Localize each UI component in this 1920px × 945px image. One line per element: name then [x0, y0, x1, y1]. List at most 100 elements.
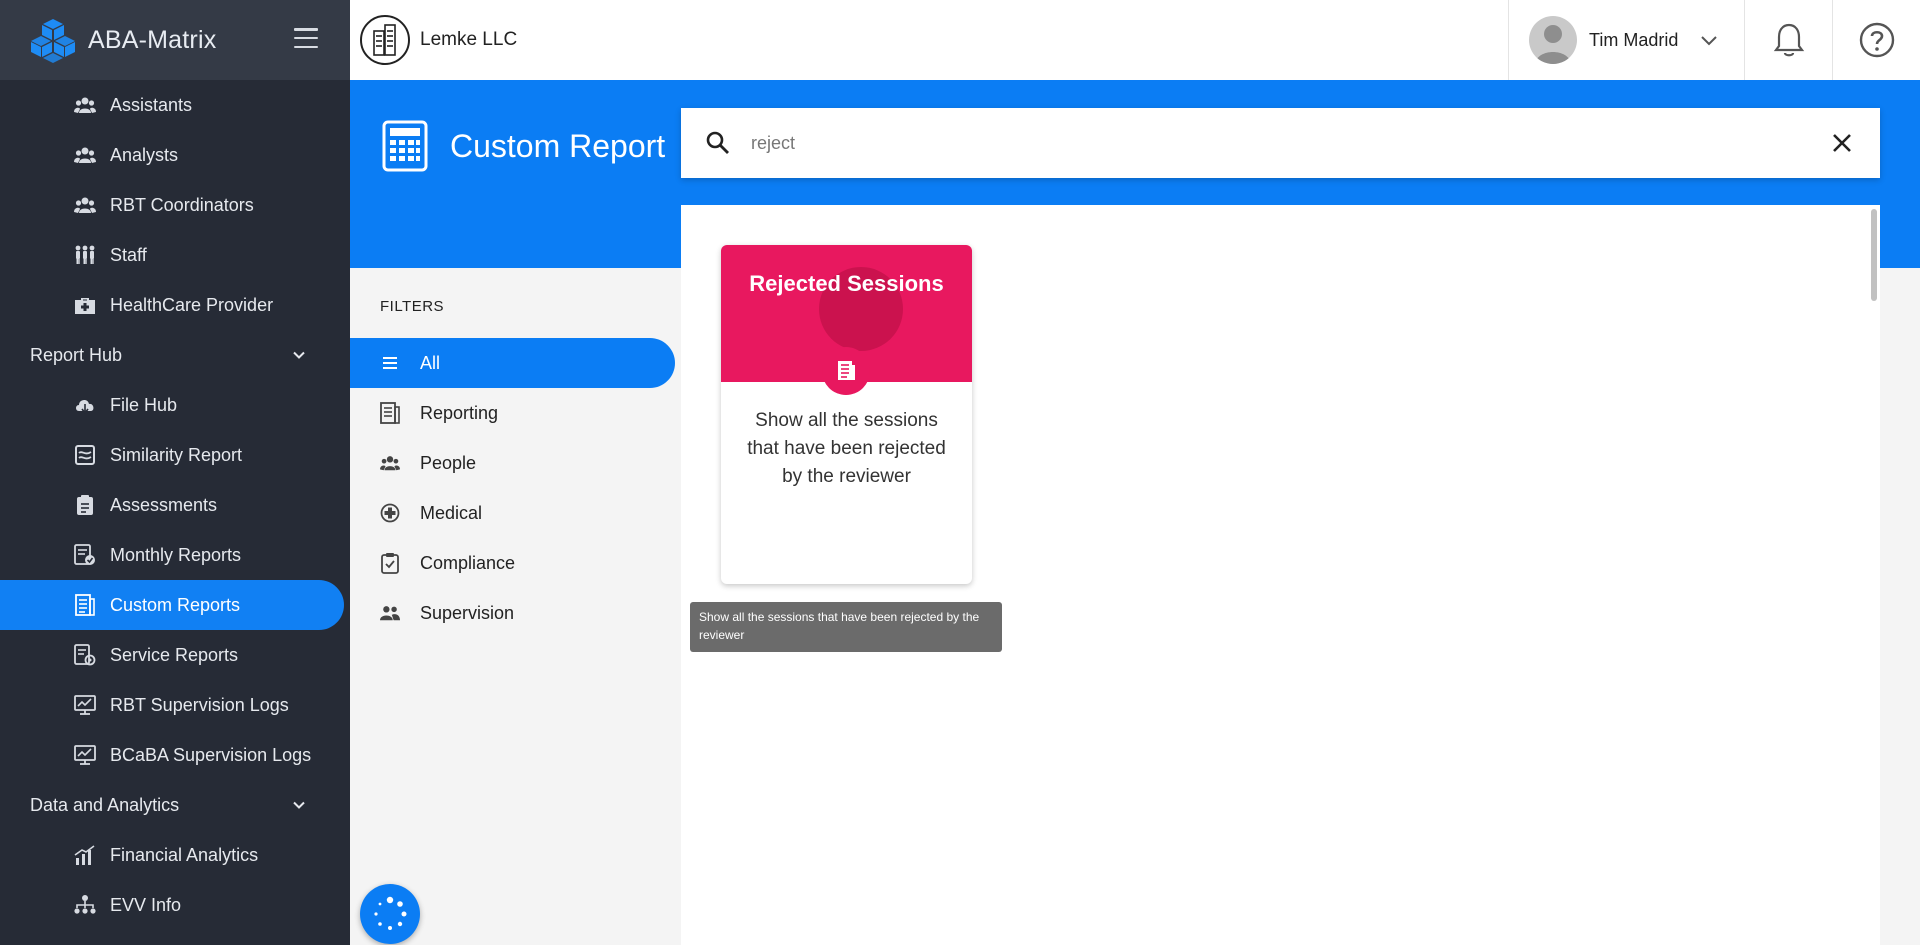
page-header: Custom Report — [382, 120, 665, 172]
sidebar-item-monthly-reports[interactable]: Monthly Reports — [0, 530, 350, 580]
sidebar-item-label: Financial Analytics — [110, 844, 259, 865]
brand-header: ABA-Matrix — [0, 0, 350, 80]
users-icon — [74, 194, 96, 216]
loading-fab[interactable] — [360, 884, 420, 944]
hamburger-menu-icon[interactable] — [294, 28, 318, 48]
card-header: Rejected Sessions — [721, 245, 972, 395]
sidebar-item-staff[interactable]: Staff — [0, 230, 350, 280]
company-logo-icon — [360, 15, 410, 65]
notifications-button[interactable] — [1744, 0, 1832, 80]
card-title: Rejected Sessions — [749, 271, 944, 296]
sidebar-item-label: Custom Reports — [110, 594, 241, 615]
sidebar-item-bcaba-supervision-logs[interactable]: BCaBA Supervision Logs — [0, 730, 350, 780]
service-report-icon — [74, 644, 96, 666]
sidebar-item-file-hub[interactable]: File Hub — [0, 380, 350, 430]
user-name: Tim Madrid — [1589, 29, 1679, 50]
filter-supervision[interactable]: Supervision — [350, 588, 675, 638]
report-grid: Rejected Sessions Show all the sessions … — [681, 205, 1880, 945]
chart-screen-icon — [74, 694, 96, 716]
sidebar-item-rbt-coordinators[interactable]: RBT Coordinators — [0, 180, 350, 230]
medical-kit-icon — [74, 294, 96, 316]
calculator-icon — [382, 120, 428, 172]
sidebar-item-label: Staff — [110, 244, 147, 265]
users-icon — [74, 94, 96, 116]
search-icon — [706, 131, 729, 154]
document-icon — [822, 347, 870, 395]
sidebar-item-label: Similarity Report — [110, 444, 243, 465]
filter-all[interactable]: All — [350, 338, 675, 388]
app-name: ABA-Matrix — [88, 25, 217, 54]
search-input[interactable] — [751, 132, 1830, 154]
filter-label: Supervision — [420, 602, 515, 623]
help-icon — [1859, 22, 1894, 58]
sidebar-item-label: Analysts — [110, 144, 179, 165]
top-bar: Lemke LLC Tim Madrid — [350, 0, 1920, 80]
filter-label: All — [420, 352, 441, 373]
sidebar-item-label: EVV Info — [110, 894, 182, 915]
sidebar-item-label: RBT Coordinators — [110, 194, 254, 215]
cloud-icon — [74, 394, 96, 416]
hierarchy-icon — [74, 894, 96, 916]
sidebar-item-label: HealthCare Provider — [110, 294, 274, 315]
sidebar-item-assistants[interactable]: Assistants — [0, 80, 350, 130]
filter-compliance[interactable]: Compliance — [350, 538, 675, 588]
sidebar-section-report-hub[interactable]: Report Hub — [0, 330, 350, 380]
filter-label: Medical — [420, 502, 483, 523]
filter-label: Reporting — [420, 402, 499, 423]
close-icon[interactable] — [1830, 131, 1854, 155]
people-icon — [380, 453, 400, 473]
app-logo-icon — [31, 19, 75, 63]
sidebar-section-data-analytics[interactable]: Data and Analytics — [0, 780, 350, 830]
filter-label: Compliance — [420, 552, 516, 573]
card-tooltip: Show all the sessions that have been rej… — [690, 602, 1002, 652]
sidebar-item-label: Service Reports — [110, 644, 239, 665]
section-label: Data and Analytics — [30, 794, 180, 815]
sidebar-item-label: Assessments — [110, 494, 218, 515]
filter-label: People — [420, 452, 477, 473]
chevron-down-icon — [293, 801, 305, 809]
plus-circle-icon — [380, 503, 400, 523]
sidebar: ABA-Matrix Assistants Analysts RBT Coordin… — [0, 0, 350, 945]
chevron-down-icon — [293, 351, 305, 359]
sidebar-item-assessments[interactable]: Assessments — [0, 480, 350, 530]
bell-icon — [1773, 23, 1804, 57]
filter-people[interactable]: People — [350, 438, 675, 488]
filters-heading: FILTERS — [380, 298, 445, 315]
supervision-icon — [380, 603, 400, 623]
sidebar-item-analysts[interactable]: Analysts — [0, 130, 350, 180]
checklist-icon — [380, 553, 400, 574]
sidebar-item-rbt-supervision-logs[interactable]: RBT Supervision Logs — [0, 680, 350, 730]
report-icon — [380, 402, 400, 424]
sidebar-item-label: Monthly Reports — [110, 544, 242, 565]
sidebar-item-similarity-report[interactable]: Similarity Report — [0, 430, 350, 480]
users-icon — [74, 144, 96, 166]
similarity-icon — [74, 444, 96, 466]
sidebar-item-label: RBT Supervision Logs — [110, 694, 289, 715]
section-label: Report Hub — [30, 344, 123, 365]
chevron-down-icon — [1701, 36, 1718, 46]
filter-reporting[interactable]: Reporting — [350, 388, 675, 438]
sidebar-item-evv-info[interactable]: EVV Info — [0, 880, 350, 930]
sidebar-item-custom-reports[interactable]: Custom Reports — [0, 580, 344, 630]
chart-screen-icon — [74, 744, 96, 766]
help-button[interactable] — [1832, 0, 1920, 80]
scrollbar[interactable] — [1871, 209, 1877, 301]
bar-chart-icon — [74, 844, 96, 866]
document-icon — [74, 594, 96, 616]
filter-medical[interactable]: Medical — [350, 488, 675, 538]
sidebar-item-service-reports[interactable]: Service Reports — [0, 630, 350, 680]
sidebar-item-healthcare-provider[interactable]: HealthCare Provider — [0, 280, 350, 330]
sidebar-item-label: BCaBA Supervision Logs — [110, 744, 312, 765]
company-name: Lemke LLC — [420, 29, 518, 50]
sidebar-item-label: Assistants — [110, 94, 193, 115]
card-description: Show all the sessions that have been rej… — [747, 410, 946, 487]
search-bar — [681, 108, 1880, 178]
clipboard-icon — [74, 494, 96, 516]
list-icon — [380, 353, 400, 373]
report-card-rejected-sessions[interactable]: Rejected Sessions Show all the sessions … — [721, 245, 972, 584]
sidebar-item-financial-analytics[interactable]: Financial Analytics — [0, 830, 350, 880]
staff-icon — [74, 244, 96, 266]
avatar — [1529, 16, 1577, 64]
user-menu[interactable]: Tim Madrid — [1508, 0, 1744, 80]
sidebar-item-label: File Hub — [110, 394, 178, 415]
